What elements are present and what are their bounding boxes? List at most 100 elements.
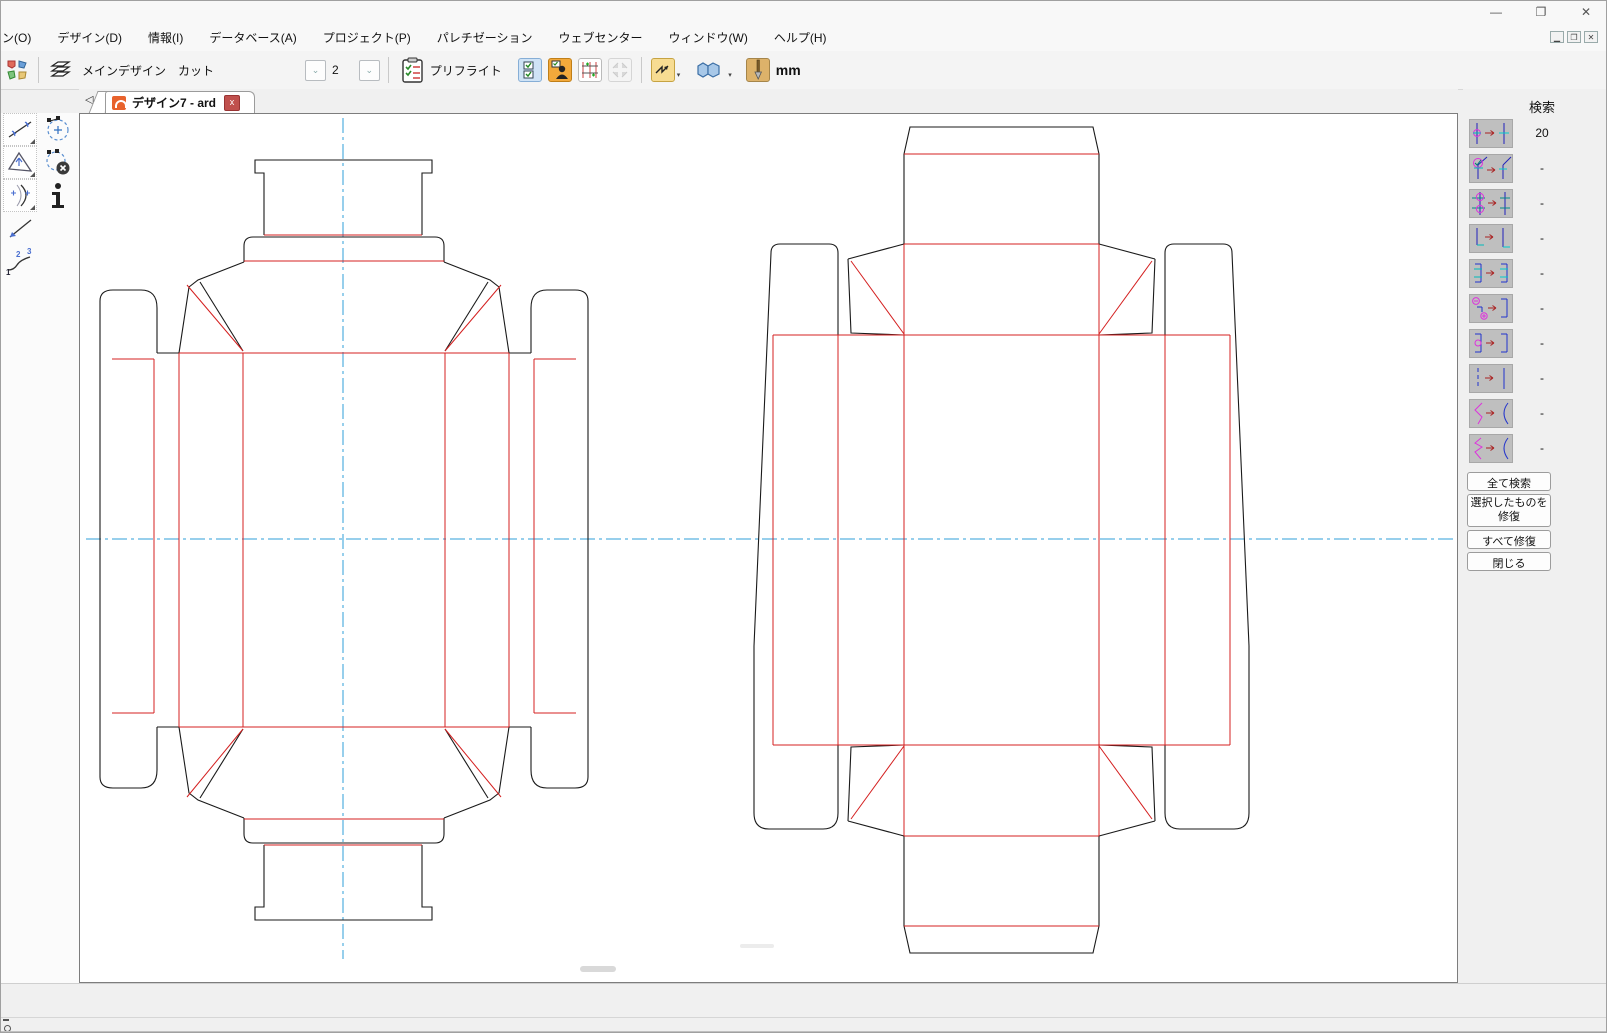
units-label: mm [770, 62, 801, 78]
svg-text:2: 2 [16, 250, 21, 259]
layout-grid-button[interactable] [578, 58, 602, 82]
search-all-button[interactable]: 全て検索 [1467, 472, 1551, 491]
flyout-indicator [30, 172, 35, 177]
numbered-points-tool-button[interactable]: 1 2 3 [3, 245, 37, 278]
repair-all-button[interactable]: すべて修復 [1467, 530, 1551, 549]
document-tab-bar: ◁ デザイン7 - ard x [79, 89, 1458, 113]
blue-checklist-icon [521, 61, 539, 79]
select-circle-tool-icon [42, 115, 74, 145]
arc-tool-button[interactable] [3, 179, 37, 212]
repair-count-7: - [1527, 336, 1557, 350]
menu-info[interactable]: 情報(I) [135, 29, 196, 46]
panels-dropdown-arrow[interactable]: ▾ [728, 71, 732, 79]
checklist-button[interactable] [518, 58, 542, 82]
repair-count-6: - [1527, 301, 1557, 315]
menu-project[interactable]: プロジェクト(P) [310, 29, 424, 46]
search-repair-panel: 検索 20 - - - - - - [1463, 89, 1607, 1033]
mode-label[interactable]: カット [172, 62, 220, 79]
drawing-canvas[interactable] [79, 113, 1458, 983]
repair-count-8: - [1527, 371, 1557, 385]
svg-text:3: 3 [27, 248, 32, 256]
repair-row-icon-7[interactable] [1469, 329, 1513, 358]
right-design-cut-lines [754, 127, 1249, 953]
repair-row-icon-1[interactable] [1469, 119, 1513, 148]
repair-row-icon-3[interactable] [1469, 189, 1513, 218]
close-panel-button[interactable]: 閉じる [1467, 552, 1551, 571]
repair-count-10: - [1527, 441, 1557, 455]
dieline-drawing [80, 114, 1457, 982]
four-color-arrows-icon [5, 58, 29, 82]
layout-grid-icon [580, 60, 600, 80]
preflight-button[interactable]: プリフライト [397, 54, 512, 86]
repair-row-icon-2[interactable] [1469, 154, 1513, 183]
repair-count-9: - [1527, 406, 1557, 420]
drawing-tool-palette: 1 2 3 [1, 113, 80, 983]
user-checklist-button[interactable] [548, 58, 572, 82]
preflight-label: プリフライト [424, 62, 508, 79]
window-maximize-button[interactable]: ❐ [1526, 4, 1556, 20]
fit-view-button-disabled[interactable] [608, 58, 632, 82]
panels-button[interactable] [692, 54, 726, 86]
repair-row-icon-4[interactable] [1469, 224, 1513, 253]
window-close-button[interactable]: ✕ [1571, 4, 1601, 20]
gray-diamond-icon [610, 60, 630, 80]
menu-bar: ン(O) デザイン(D) 情報(I) データベース(A) プロジェクト(P) パ… [1, 23, 1606, 52]
panel-title: 検索 [1529, 97, 1555, 116]
menu-palletization[interactable]: パレチゼーション [424, 29, 546, 46]
status-dash-mark [3, 1019, 9, 1021]
flyout-indicator [30, 205, 35, 210]
menu-webcenter[interactable]: ウェブセンター [546, 29, 656, 46]
cone-tool-button[interactable] [3, 146, 37, 179]
select-circle-tool-button[interactable] [41, 113, 75, 146]
repair-row-icon-8[interactable] [1469, 364, 1513, 393]
plumb-units-button[interactable] [746, 58, 770, 82]
menu-window[interactable]: ウィンドウ(W) [656, 29, 761, 46]
layers-button[interactable] [44, 54, 76, 86]
status-bar [1, 983, 1606, 1033]
menu-database[interactable]: データベース(A) [196, 29, 309, 46]
tab-close-button[interactable]: x [224, 95, 240, 111]
title-bar: — ❐ ✕ [1, 1, 1606, 23]
menu-options[interactable]: ン(O) [1, 29, 44, 46]
mdi-close-button[interactable]: ✕ [1584, 31, 1598, 43]
menu-design[interactable]: デザイン(D) [44, 29, 135, 46]
mdi-restore-button[interactable]: ❐ [1567, 31, 1581, 43]
svg-text:1: 1 [6, 268, 11, 276]
repair-row-icon-5[interactable] [1469, 259, 1513, 288]
delete-circle-tool-button[interactable] [41, 146, 75, 179]
horizontal-splitter-grip[interactable] [740, 944, 774, 948]
repair-count-4: - [1527, 231, 1557, 245]
toolbar-separator [388, 57, 389, 83]
zigzag-dropdown-arrow[interactable]: ▾ [677, 71, 681, 79]
delete-circle-tool-icon [42, 148, 74, 178]
right-design-crease-lines [773, 154, 1230, 926]
window-minimize-button[interactable]: — [1481, 4, 1511, 20]
layer-name-label[interactable]: メインデザイン [76, 62, 172, 79]
info-icon [43, 181, 73, 211]
mdi-window-controls: ▁ ❐ ✕ [1550, 31, 1598, 43]
blue-panels-icon [696, 60, 722, 80]
info-tool-button[interactable] [41, 179, 75, 212]
tab-title: デザイン7 - ard [132, 94, 216, 111]
repair-selected-button[interactable]: 選択したものを修復 [1467, 494, 1551, 527]
line-tool-button[interactable] [3, 113, 37, 146]
horizontal-scrollbar-thumb[interactable] [580, 966, 616, 972]
flyout-indicator [30, 139, 35, 144]
zigzag-line-button[interactable] [651, 58, 675, 82]
navigation-arrows-button[interactable] [1, 54, 33, 86]
repair-row-icon-10[interactable] [1469, 434, 1513, 463]
design-file-icon [112, 96, 126, 110]
measure-line-tool-button[interactable] [3, 212, 37, 245]
secondary-dropdown[interactable]: ⌄ [359, 60, 380, 81]
repair-row-icon-9[interactable] [1469, 399, 1513, 428]
main-toolbar: メインデザイン カット ⌄ 2 ⌄ プリフライト [1, 51, 1606, 90]
repair-count-5: - [1527, 266, 1557, 280]
document-tab[interactable]: デザイン7 - ard x [105, 91, 255, 113]
repair-count-2: - [1527, 161, 1557, 175]
layers-icon [48, 59, 72, 81]
menu-help[interactable]: ヘルプ(H) [761, 29, 840, 46]
application-window: — ❐ ✕ ン(O) デザイン(D) 情報(I) データベース(A) プロジェク… [0, 0, 1607, 1033]
zoom-dropdown[interactable]: ⌄ [305, 60, 326, 81]
repair-row-icon-6[interactable] [1469, 294, 1513, 323]
mdi-minimize-button[interactable]: ▁ [1550, 31, 1564, 43]
